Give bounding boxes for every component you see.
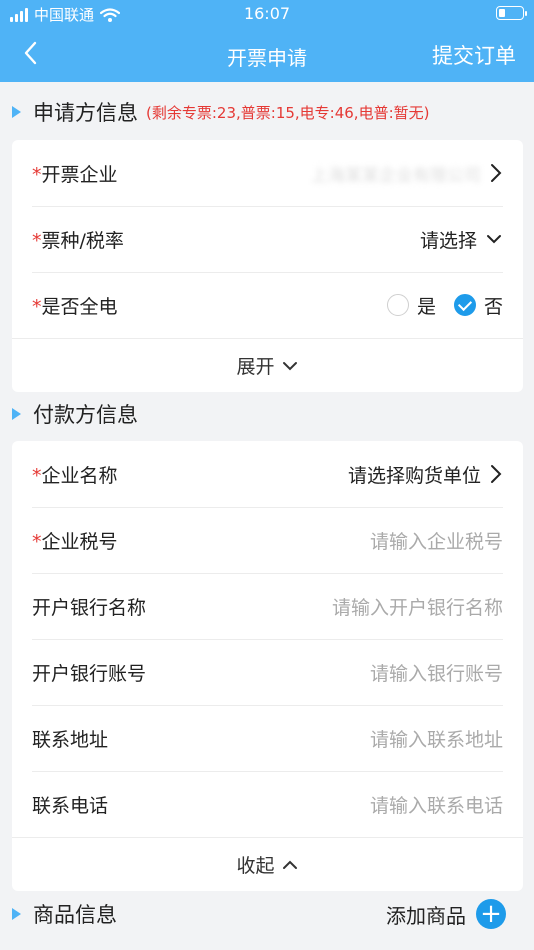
radio-unchecked-icon bbox=[386, 294, 409, 316]
field-label: *票种/税率 bbox=[32, 229, 124, 252]
bank-account-input[interactable]: 请输入银行账号 bbox=[370, 659, 503, 686]
invoice-type-row[interactable]: *票种/税率 请选择 bbox=[12, 206, 523, 272]
field-label: 联系地址 bbox=[32, 728, 109, 751]
add-goods-button[interactable]: 添加商品 + bbox=[386, 899, 506, 929]
field-label: *是否全电 bbox=[32, 295, 118, 318]
payer-card: *企业名称 请选择购货单位 *企业税号 请输入企业税号 开户银行名称 请输入开户… bbox=[12, 441, 523, 891]
section-triangle-icon bbox=[12, 908, 21, 920]
invoice-quota: (剩余专票:23,普票:15,电专:46,电普:暂无) bbox=[146, 103, 430, 122]
tax-number-row: *企业税号 请输入企业税号 bbox=[12, 507, 523, 573]
chevron-up-icon bbox=[282, 860, 297, 869]
submit-order-button[interactable]: 提交订单 bbox=[432, 40, 516, 70]
collapse-button[interactable]: 收起 bbox=[12, 837, 523, 891]
buyer-select[interactable]: 请选择购货单位 bbox=[348, 461, 481, 488]
invoice-company-value: 上海某某企业有限公司 bbox=[311, 165, 481, 186]
tax-number-input[interactable]: 请输入企业税号 bbox=[370, 527, 503, 554]
payer-section-header: 付款方信息 bbox=[0, 386, 534, 442]
radio-yes[interactable]: 是 bbox=[386, 292, 436, 319]
status-time: 16:07 bbox=[243, 4, 291, 23]
section-triangle-icon bbox=[12, 408, 21, 420]
plus-icon: + bbox=[476, 899, 506, 929]
section-title: 申请方信息 bbox=[33, 101, 138, 125]
expand-button[interactable]: 展开 bbox=[12, 338, 523, 392]
invoice-company-row[interactable]: *开票企业 上海某某企业有限公司 bbox=[12, 140, 523, 206]
field-label: *企业税号 bbox=[32, 530, 118, 553]
goods-section-header: 商品信息 添加商品 + bbox=[0, 886, 534, 942]
address-row: 联系地址 请输入联系地址 bbox=[12, 705, 523, 771]
section-triangle-icon bbox=[12, 106, 21, 118]
applicant-section-header: 申请方信息 (剩余专票:23,普票:15,电专:46,电普:暂无) bbox=[0, 84, 534, 140]
applicant-card: *开票企业 上海某某企业有限公司 *票种/税率 请选择 *是否全电 是 否 展开 bbox=[12, 140, 523, 392]
bank-name-row: 开户银行名称 请输入开户银行名称 bbox=[12, 573, 523, 639]
header: 中国联通 16:07 开票申请 提交订单 bbox=[0, 0, 534, 82]
radio-no[interactable]: 否 bbox=[453, 292, 503, 319]
full-electronic-row: *是否全电 是 否 bbox=[12, 272, 523, 338]
field-label: 开户银行名称 bbox=[32, 596, 147, 619]
chevron-right-icon bbox=[491, 164, 502, 182]
field-label: *开票企业 bbox=[32, 163, 118, 186]
status-bar: 中国联通 16:07 bbox=[0, 0, 534, 28]
bank-account-row: 开户银行账号 请输入银行账号 bbox=[12, 639, 523, 705]
bank-name-input[interactable]: 请输入开户银行名称 bbox=[332, 593, 503, 620]
field-label: 联系电话 bbox=[32, 794, 109, 817]
radio-checked-icon bbox=[453, 294, 476, 316]
battery-icon bbox=[496, 6, 527, 20]
field-label: 开户银行账号 bbox=[32, 662, 147, 685]
chevron-right-icon bbox=[491, 465, 502, 483]
chevron-down-icon bbox=[487, 235, 501, 244]
phone-row: 联系电话 请输入联系电话 bbox=[12, 771, 523, 837]
field-label: *企业名称 bbox=[32, 464, 118, 487]
section-title: 商品信息 bbox=[33, 903, 117, 927]
buyer-company-row[interactable]: *企业名称 请选择购货单位 bbox=[12, 441, 523, 507]
chevron-down-icon bbox=[282, 361, 297, 370]
phone-input[interactable]: 请输入联系电话 bbox=[370, 791, 503, 818]
address-input[interactable]: 请输入联系地址 bbox=[370, 725, 503, 752]
invoice-type-select[interactable]: 请选择 bbox=[420, 226, 477, 253]
section-title: 付款方信息 bbox=[33, 403, 138, 427]
